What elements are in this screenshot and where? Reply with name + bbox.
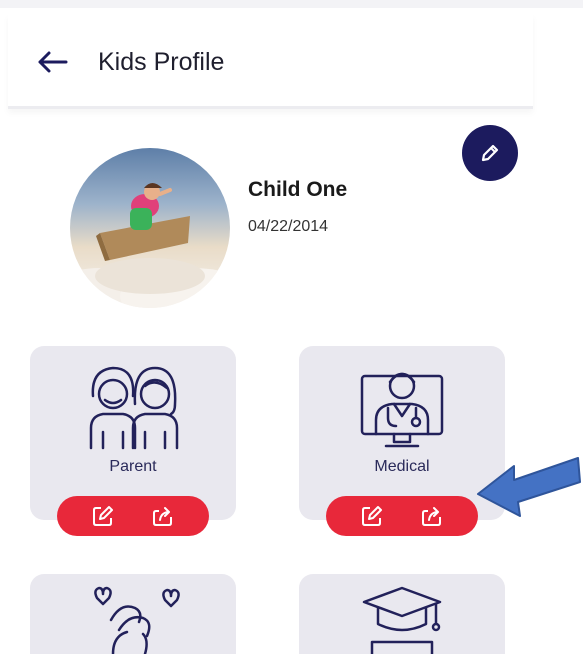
edit-icon: [93, 506, 113, 526]
parent-actions: [57, 496, 209, 536]
graduation-cap-icon: [362, 586, 442, 654]
parents-icon: [89, 366, 179, 450]
app-header: Kids Profile: [8, 14, 533, 109]
edit-icon: [362, 506, 382, 526]
back-button[interactable]: [32, 46, 72, 78]
child-name: Child One: [248, 178, 348, 201]
medical-edit-button[interactable]: [358, 502, 386, 530]
child-photo: [70, 183, 230, 308]
care-card[interactable]: [30, 574, 236, 654]
parent-edit-button[interactable]: [89, 502, 117, 530]
share-icon: [153, 507, 172, 526]
education-card[interactable]: [299, 574, 505, 654]
medical-share-button[interactable]: [418, 502, 446, 530]
doctor-monitor-icon: [360, 372, 444, 448]
share-icon: [422, 507, 441, 526]
annotation-arrow-icon: [477, 457, 581, 517]
medical-actions: [326, 496, 478, 536]
status-strip: [0, 0, 583, 8]
avatar: [70, 148, 230, 308]
card-label-parent: Parent: [109, 458, 157, 475]
edit-profile-button[interactable]: [462, 125, 518, 181]
child-dob: 04/22/2014: [248, 218, 329, 235]
parent-card[interactable]: Parent: [30, 346, 236, 520]
hands-hearts-icon: [94, 586, 180, 654]
parent-share-button[interactable]: [149, 502, 177, 530]
page-title: Kids Profile: [98, 48, 225, 76]
pencil-icon: [481, 144, 499, 162]
arrow-left-icon: [38, 51, 68, 73]
